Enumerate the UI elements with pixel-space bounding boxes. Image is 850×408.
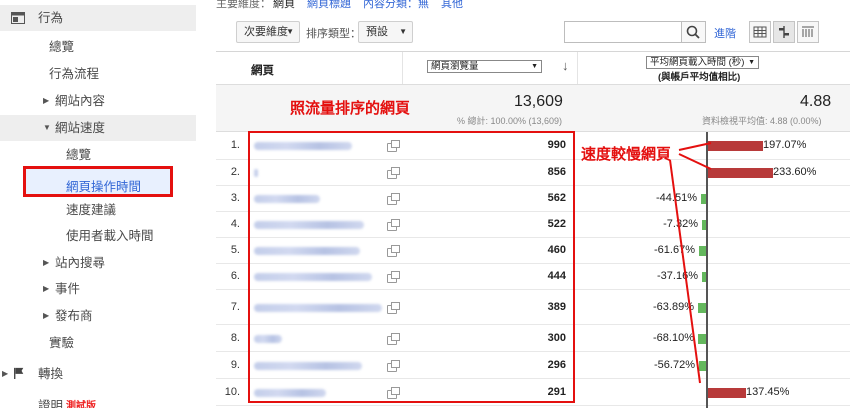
annotation-arrows: [669, 142, 712, 384]
sidebar-item-conversions[interactable]: ▶ 轉換: [0, 361, 196, 387]
sidebar-item-experiments[interactable]: 實驗: [0, 330, 196, 356]
beta-badge: 測試版: [66, 401, 96, 408]
sidebar-item-user-timings[interactable]: 使用者載入時間: [0, 223, 196, 249]
sidebar-label: 網站速度: [55, 121, 106, 135]
sidebar-item-publisher[interactable]: ▶ 發布商: [0, 303, 196, 329]
sidebar-item-events[interactable]: ▶ 事件: [0, 276, 196, 302]
sidebar-label: 使用者載入時間: [66, 229, 154, 243]
sidebar-item-behavior[interactable]: 行為: [0, 5, 196, 31]
layout-icon: [11, 12, 25, 24]
sidebar-label: 總覽: [49, 40, 75, 54]
sidebar-item-speed-suggestions[interactable]: 速度建議: [0, 197, 196, 223]
sidebar-item-last[interactable]: 證明: [0, 393, 196, 408]
annotation-line: [669, 159, 701, 384]
sidebar-item-page-timings[interactable]: 網頁操作時間: [23, 166, 173, 197]
sidebar-item-site-speed[interactable]: ▼ 網站速度: [0, 115, 196, 141]
flag-icon: [14, 367, 24, 379]
chevron-down-icon: ▼: [43, 123, 51, 132]
sidebar-item-flow[interactable]: 行為流程: [0, 61, 196, 87]
sidebar-label: 事件: [55, 282, 81, 296]
sidebar-item-site-content[interactable]: ▶ 網站內容: [0, 88, 196, 114]
sidebar-label: 網站內容: [55, 94, 106, 108]
sidebar-label: 站內搜尋: [55, 256, 106, 270]
chevron-right-icon: ▶: [2, 369, 9, 378]
annotation-line: [678, 142, 712, 151]
sidebar-label: 行為流程: [49, 67, 100, 81]
sidebar-item-overview[interactable]: 總覽: [0, 34, 196, 60]
chevron-right-icon: ▶: [43, 284, 50, 293]
sidebar-label: 實驗: [49, 336, 75, 350]
sidebar-label: 總覽: [66, 148, 92, 162]
sidebar-label: 證明: [38, 399, 64, 408]
sidebar-item-speed-overview[interactable]: 總覽: [0, 142, 196, 168]
sidebar-label: 轉換: [38, 367, 64, 381]
annotation-line: [678, 153, 712, 170]
sidebar-label: 網頁操作時間: [66, 180, 142, 194]
sidebar-label: 行為: [38, 11, 64, 25]
report-main: 主要維度： 網頁 網頁標題 內容分類：無 其他 次要維度 ▼ 排序類型： 預設 ▼ 進階…: [216, 0, 850, 408]
sidebar-label: 發布商: [55, 309, 93, 323]
sidebar-label: 速度建議: [66, 203, 117, 217]
chevron-right-icon: ▶: [43, 311, 50, 320]
chevron-right-icon: ▶: [43, 258, 50, 267]
sidebar: 行為 總覽 行為流程 ▶ 網站內容 ▼ 網站速度 總覽 網頁操作時間 速度建議 …: [0, 0, 203, 408]
sidebar-item-site-search[interactable]: ▶ 站內搜尋: [0, 250, 196, 276]
chevron-right-icon: ▶: [43, 96, 50, 105]
